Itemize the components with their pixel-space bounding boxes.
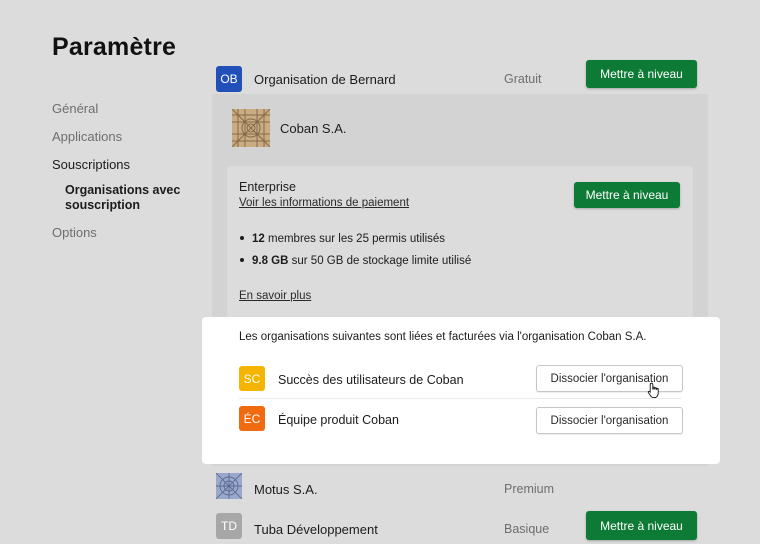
sidebar-item-applications[interactable]: Applications (52, 129, 122, 144)
upgrade-button-coban[interactable]: Mettre à niveau (574, 182, 680, 208)
avatar-bernard: OB (216, 66, 242, 92)
org-plan-motus: Premium (504, 482, 555, 496)
usage-storage-text: sur 50 GB de stockage limite utilisé (288, 255, 472, 267)
sidebar-item-subscriptions[interactable]: Souscriptions (52, 157, 130, 172)
dissociate-button-ec[interactable]: Dissocier l'organisation (536, 407, 683, 434)
plan-name: Enterprise (239, 180, 296, 194)
learn-more-link[interactable]: En savoir plus (239, 290, 311, 302)
sidebar-item-general[interactable]: Général (52, 101, 98, 116)
usage-storage-amount: 9.8 GB (252, 255, 289, 267)
usage-members-count: 12 (252, 233, 265, 245)
coban-logo (231, 108, 271, 148)
sidebar-subitem-subscribed-orgs[interactable]: Organisations avec souscription (65, 183, 195, 213)
org-name-motus: Motus S.A. (254, 482, 318, 497)
org-name-tuba: Tuba Développement (254, 522, 378, 537)
org-row-tuba: TD Tuba Développement Basique Mettre à n… (214, 511, 708, 544)
linked-orgs-intro: Les organisations suivantes sont liées e… (239, 331, 647, 343)
avatar-ec: ÉC (239, 406, 265, 431)
org-row-motus: Motus S.A. Premium (214, 472, 708, 508)
page-title: Paramètre (52, 33, 177, 61)
sidebar-item-options[interactable]: Options (52, 225, 97, 240)
linked-org-name-sc: Succès des utilisateurs de Coban (278, 373, 464, 387)
payment-info-link[interactable]: Voir les informations de paiement (239, 197, 409, 209)
hand-cursor-icon (647, 382, 661, 399)
org-name-coban: Coban S.A. (280, 121, 347, 136)
usage-members-text: membres sur les 25 permis utilisés (264, 233, 446, 245)
usage-storage: 9.8 GB sur 50 GB de stockage limite util… (240, 255, 471, 267)
avatar-motus (216, 473, 242, 499)
linked-org-name-ec: Équipe produit Coban (278, 413, 399, 427)
upgrade-button-bernard[interactable]: Mettre à niveau (586, 60, 697, 88)
org-name-bernard: Organisation de Bernard (254, 72, 396, 87)
org-plan-bernard: Gratuit (504, 72, 542, 86)
upgrade-button-tuba[interactable]: Mettre à niveau (586, 511, 697, 540)
org-row-bernard: OB Organisation de Bernard Gratuit Mettr… (214, 60, 708, 98)
avatar-tuba: TD (216, 513, 242, 539)
settings-page: Paramètre Général Applications Souscript… (0, 0, 760, 544)
linked-orgs-divider (239, 398, 681, 399)
usage-members: 12 membres sur les 25 permis utilisés (240, 233, 445, 245)
avatar-sc: SC (239, 366, 265, 391)
org-plan-tuba: Basique (504, 522, 550, 536)
